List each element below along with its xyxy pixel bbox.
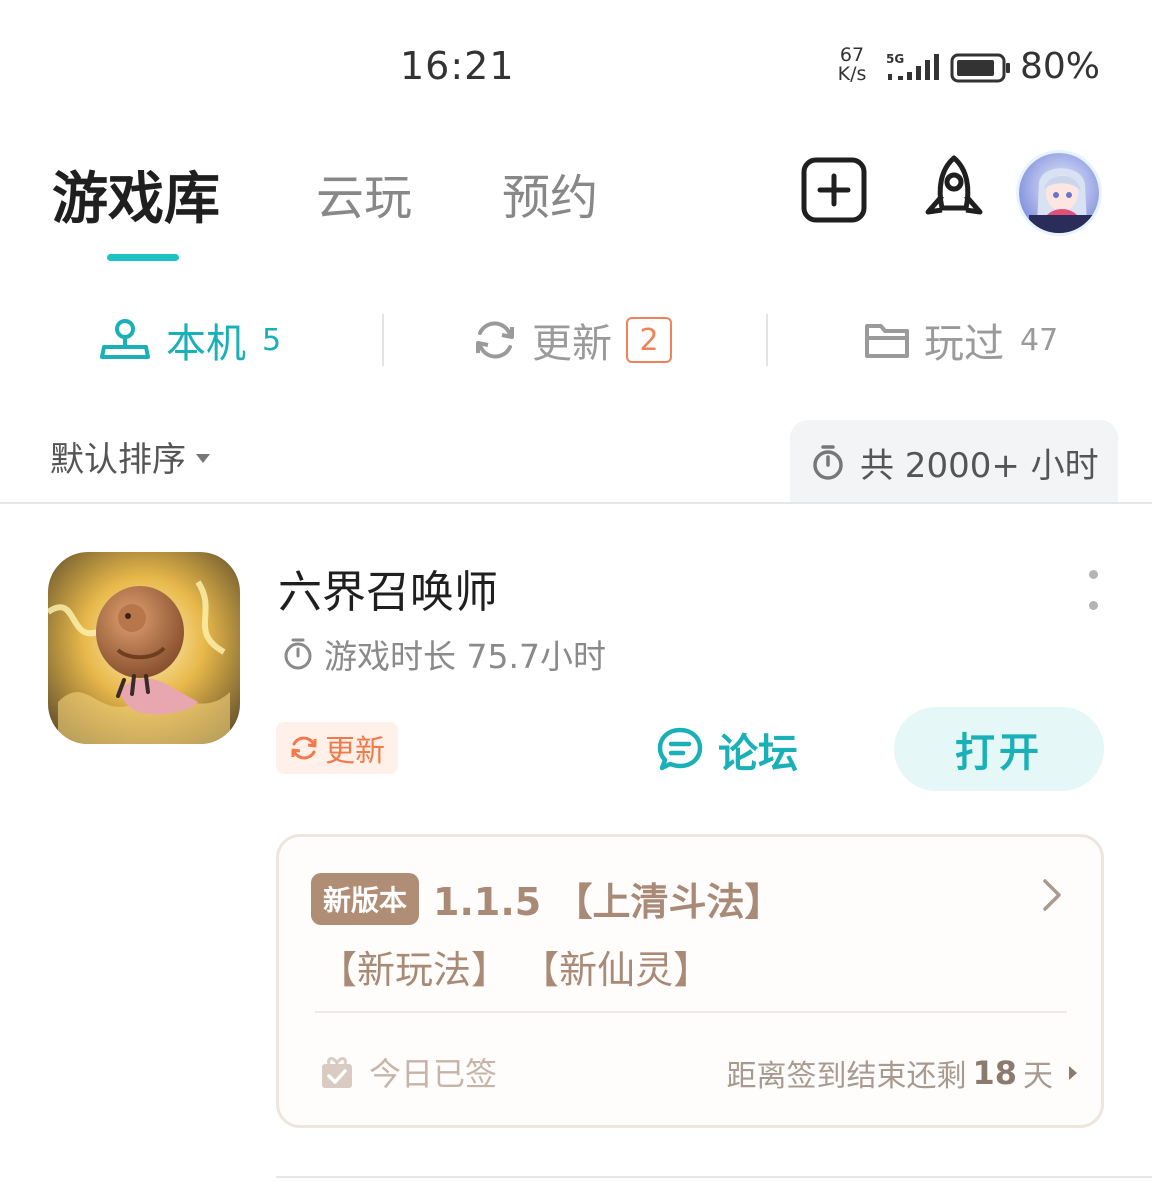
version-card[interactable]: 新版本 1.1.5 【上清斗法】 【新玩法】 【新仙灵】 今日已签 距离签到结束… — [276, 834, 1104, 1128]
subtab-updates-label: 更新 — [532, 321, 612, 367]
divider — [0, 502, 1152, 504]
total-playtime-text: 共 2000+ 小时 — [860, 445, 1099, 486]
version-header: 新版本 1.1.5 【上清斗法】 — [311, 871, 782, 926]
countdown-suffix: 天 — [1023, 1059, 1053, 1094]
rocket-icon — [925, 155, 983, 215]
stopwatch-icon — [813, 445, 843, 480]
folder-icon — [865, 324, 909, 358]
new-version-badge: 新版本 — [311, 872, 420, 925]
signal-icon: 5G — [886, 52, 939, 80]
game-title[interactable]: 六界召唤师 — [278, 556, 498, 620]
refresh-icon — [291, 736, 317, 760]
more-icon-dot — [1088, 601, 1098, 610]
network-type: 5G — [886, 52, 904, 66]
divider — [315, 1011, 1067, 1013]
tab-cloud-play[interactable]: 云玩 — [316, 158, 412, 228]
version-title: 1.1.5 【上清斗法】 — [433, 880, 783, 924]
update-tag-label: 更新 — [325, 734, 385, 769]
avatar[interactable] — [1016, 150, 1102, 236]
countdown-days: 18 — [972, 1054, 1017, 1092]
game-playtime-text: 游戏时长 75.7小时 — [324, 637, 606, 676]
add-icon — [801, 157, 867, 223]
forum-label: 论坛 — [718, 731, 798, 777]
forum-button[interactable]: 论坛 — [656, 720, 798, 780]
game-icon[interactable] — [48, 552, 240, 744]
total-playtime: 共 2000+ 小时 — [790, 420, 1118, 504]
sub-tabs: 本机 5 更新 2 玩过 47 — [0, 300, 1152, 380]
subtab-local-label: 本机 — [166, 321, 246, 367]
update-tag[interactable]: 更新 — [276, 722, 398, 774]
status-time: 16:21 — [400, 44, 515, 88]
network-speed-unit: K/s — [837, 63, 867, 85]
caret-right-icon — [1069, 1066, 1077, 1080]
version-features: 【新玩法】 【新仙灵】 — [319, 948, 712, 992]
subtab-played-count: 47 — [1020, 322, 1059, 358]
signin-status-text: 今日已签 — [369, 1055, 498, 1093]
accelerator-button[interactable] — [916, 152, 992, 228]
sort-label: 默认排序 — [50, 440, 186, 480]
more-options-button[interactable] — [1080, 570, 1106, 610]
tab-game-library[interactable]: 游戏库 — [52, 154, 220, 235]
caret-down-icon — [196, 454, 210, 463]
battery-percent: 80% — [1020, 46, 1101, 87]
subtab-updates[interactable]: 更新 2 — [472, 310, 672, 370]
open-game-button[interactable]: 打开 — [894, 707, 1104, 791]
divider — [766, 314, 768, 366]
subtab-local[interactable]: 本机 5 — [98, 310, 281, 370]
tab-reservation[interactable]: 预约 — [502, 158, 598, 228]
battery-icon — [950, 53, 1010, 83]
gift-check-icon — [322, 1057, 352, 1088]
updates-count-badge: 2 — [626, 317, 672, 363]
signin-status: 今日已签 — [319, 1049, 497, 1095]
divider — [276, 1176, 1152, 1178]
network-speed: 67 K/s — [832, 46, 872, 84]
countdown-prefix: 距离签到结束还剩 — [726, 1059, 967, 1094]
chevron-right-icon[interactable] — [1037, 875, 1067, 915]
refresh-icon — [476, 321, 514, 359]
signin-countdown[interactable]: 距离签到结束还剩 18 天 — [726, 1051, 1077, 1095]
stopwatch-icon — [284, 638, 312, 670]
sort-dropdown[interactable]: 默认排序 — [50, 432, 210, 481]
game-artwork — [48, 552, 240, 744]
status-bar: 16:21 67 K/s 5G 80% — [0, 0, 1152, 120]
divider — [382, 314, 384, 366]
forum-icon — [657, 727, 703, 771]
more-icon — [1088, 570, 1098, 579]
subtab-played-label: 玩过 — [924, 321, 1004, 367]
subtab-played[interactable]: 玩过 47 — [864, 310, 1058, 370]
active-tab-indicator — [107, 254, 179, 261]
add-button[interactable] — [800, 156, 868, 224]
game-playtime: 游戏时长 75.7小时 — [282, 630, 606, 678]
subtab-local-count: 5 — [262, 322, 282, 358]
joystick-icon — [100, 319, 150, 359]
